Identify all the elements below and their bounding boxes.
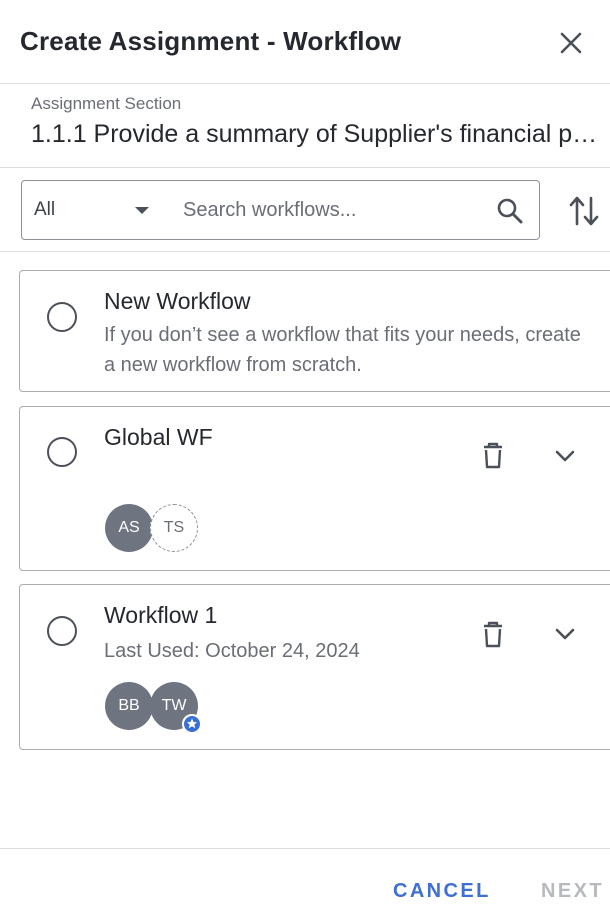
trash-icon	[484, 442, 502, 469]
expand-button[interactable]	[549, 618, 581, 650]
next-button[interactable]: NEXT	[541, 880, 604, 903]
dialog-title: Create Assignment - Workflow	[20, 26, 402, 56]
chevron-down-icon	[135, 207, 149, 214]
workflow-card-global-wf[interactable]: Global WF AS TS	[19, 406, 610, 571]
workflow-name: Workflow 1	[104, 602, 218, 628]
expand-button[interactable]	[549, 440, 581, 472]
filter-dropdown[interactable]: All	[34, 197, 159, 223]
filter-selected-value: All	[34, 199, 56, 220]
chevron-down-icon	[555, 450, 575, 462]
search-input[interactable]	[183, 194, 483, 226]
search-icon[interactable]	[495, 196, 525, 226]
star-icon	[187, 718, 197, 729]
workflow-card-new[interactable]: New Workflow If you don’t see a workflow…	[19, 270, 610, 392]
close-button[interactable]	[554, 26, 588, 60]
close-icon	[560, 32, 582, 54]
sort-icon	[569, 196, 599, 226]
workflow-radio[interactable]	[47, 302, 77, 332]
workflow-name: Global WF	[104, 424, 213, 450]
workflow-card-workflow-1[interactable]: Workflow 1 Last Used: October 24, 2024 B…	[19, 584, 610, 750]
sort-button[interactable]	[566, 193, 602, 229]
dialog-footer	[0, 848, 610, 921]
workflow-description: If you don’t see a workflow that fits yo…	[104, 324, 581, 376]
avatar: BB	[105, 682, 153, 730]
trash-icon	[484, 621, 502, 648]
chevron-down-icon	[555, 628, 575, 640]
delete-button[interactable]	[477, 439, 509, 471]
workflow-radio[interactable]	[47, 616, 77, 646]
avatar: TS	[150, 504, 198, 552]
assignment-section-value: 1.1.1 Provide a summary of Supplier's fi…	[31, 120, 601, 148]
workflow-name: New Workflow	[104, 288, 251, 314]
delete-button[interactable]	[477, 618, 509, 650]
avatar: AS	[105, 504, 153, 552]
workflow-last-used: Last Used: October 24, 2024	[104, 640, 360, 662]
cancel-button[interactable]: CANCEL	[393, 880, 491, 903]
star-badge	[182, 714, 202, 734]
workflow-radio[interactable]	[47, 437, 77, 467]
assignment-section-label: Assignment Section	[31, 94, 182, 113]
